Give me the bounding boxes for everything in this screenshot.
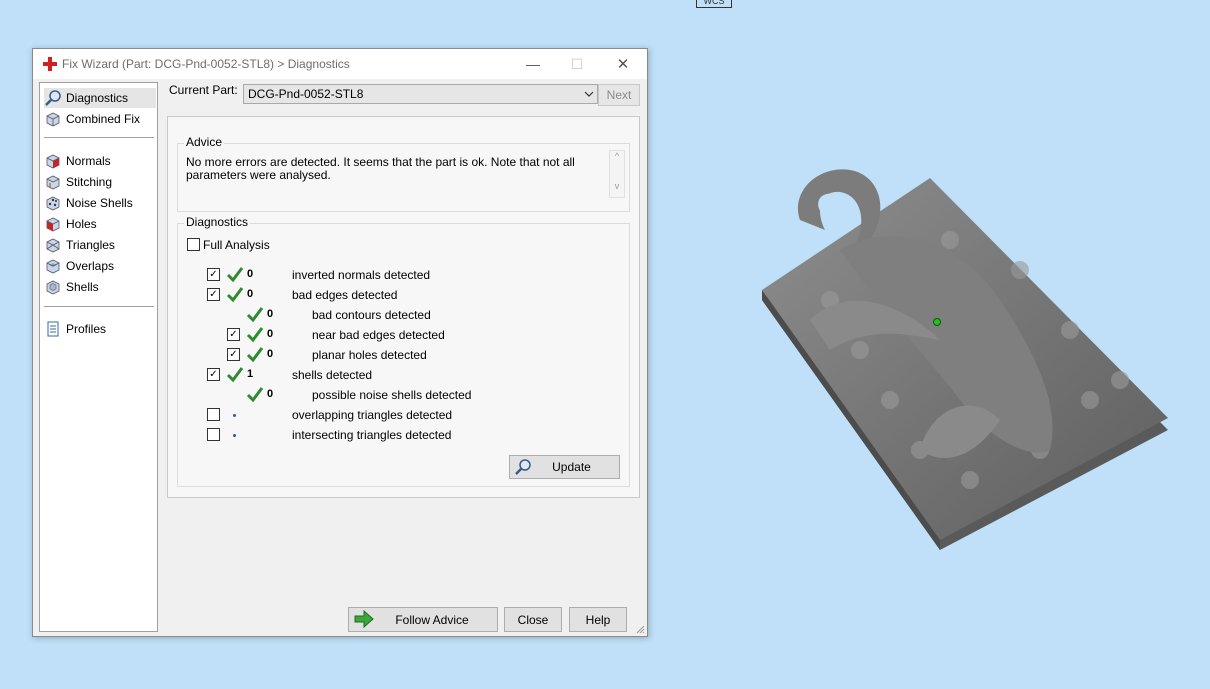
sidebar-divider bbox=[44, 137, 154, 138]
overlapping-triangles-checkbox[interactable] bbox=[207, 408, 220, 421]
scroll-down-icon[interactable]: v bbox=[610, 181, 624, 191]
chevron-down-icon bbox=[584, 85, 594, 110]
sidebar: Diagnostics Combined Fix Normals Stitchi… bbox=[39, 82, 158, 632]
current-part-select[interactable]: DCG-Pnd-0052-STL8 bbox=[243, 84, 598, 104]
close-window-button[interactable]: ✕ bbox=[601, 49, 645, 79]
holes-cube-icon bbox=[44, 215, 62, 233]
diagnostics-group: Diagnostics Full Analysis ✓ 0 inverted n… bbox=[177, 215, 630, 487]
sidebar-item-stitching[interactable]: Stitching bbox=[44, 172, 156, 192]
sidebar-item-noise-shells[interactable]: Noise Shells bbox=[44, 193, 156, 213]
sidebar-item-normals[interactable]: Normals bbox=[44, 151, 156, 171]
sidebar-item-label: Shells bbox=[66, 280, 99, 294]
planar-holes-count: 0 bbox=[267, 348, 274, 360]
cube-icon bbox=[44, 110, 62, 128]
noise-shells-label: possible noise shells detected bbox=[312, 388, 472, 402]
near-bad-edges-checkbox[interactable]: ✓ bbox=[227, 328, 240, 341]
bad-edges-count: 0 bbox=[247, 288, 254, 300]
red-cross-icon bbox=[43, 57, 57, 71]
sidebar-divider bbox=[44, 306, 154, 307]
overlaps-cube-icon bbox=[44, 257, 62, 275]
bad-edges-checkbox[interactable]: ✓ bbox=[207, 288, 220, 301]
noise-shells-icon bbox=[44, 194, 62, 212]
sidebar-item-diagnostics[interactable]: Diagnostics bbox=[44, 88, 156, 108]
sidebar-item-label: Holes bbox=[66, 217, 97, 231]
update-button[interactable]: Update bbox=[509, 455, 620, 479]
follow-advice-label: Follow Advice bbox=[395, 612, 469, 627]
inverted-normals-count: 0 bbox=[247, 268, 254, 280]
magnifier-icon bbox=[515, 459, 531, 475]
near-bad-edges-label: near bad edges detected bbox=[312, 328, 445, 342]
inverted-normals-label: inverted normals detected bbox=[292, 268, 431, 282]
window-title: Fix Wizard (Part: DCG-Pnd-0052-STL8) > D… bbox=[62, 57, 350, 71]
pending-dot-icon bbox=[233, 414, 236, 417]
inverted-normals-checkbox[interactable]: ✓ bbox=[207, 268, 220, 281]
intersecting-triangles-checkbox[interactable] bbox=[207, 428, 220, 441]
sidebar-item-label: Normals bbox=[66, 154, 111, 168]
help-button[interactable]: Help bbox=[569, 607, 627, 632]
sidebar-item-label: Stitching bbox=[66, 175, 113, 189]
near-bad-edges-count: 0 bbox=[267, 328, 274, 340]
current-part-label: Current Part: bbox=[169, 83, 238, 97]
sidebar-item-profiles[interactable]: Profiles bbox=[44, 319, 156, 339]
green-check-icon bbox=[246, 387, 264, 403]
normals-cube-icon bbox=[44, 152, 62, 170]
sidebar-item-combined-fix[interactable]: Combined Fix bbox=[44, 109, 156, 129]
planar-holes-checkbox[interactable]: ✓ bbox=[227, 348, 240, 361]
advice-group: Advice No more errors are detected. It s… bbox=[177, 135, 630, 212]
wcs-indicator: WCS bbox=[696, 0, 732, 8]
shells-checkbox[interactable]: ✓ bbox=[207, 368, 220, 381]
sidebar-item-overlaps[interactable]: Overlaps bbox=[44, 256, 156, 276]
green-check-icon bbox=[226, 287, 244, 303]
advice-title: Advice bbox=[184, 135, 225, 149]
title-bar: Fix Wizard (Part: DCG-Pnd-0052-STL8) > D… bbox=[33, 49, 647, 79]
green-check-icon bbox=[226, 267, 244, 283]
stitching-cube-icon bbox=[44, 173, 62, 191]
sidebar-item-label: Combined Fix bbox=[66, 112, 141, 126]
sidebar-item-label: Triangles bbox=[66, 238, 115, 252]
3d-part-model[interactable] bbox=[740, 150, 1180, 560]
green-check-icon bbox=[246, 347, 264, 363]
green-check-icon bbox=[226, 367, 244, 383]
sidebar-item-holes[interactable]: Holes bbox=[44, 214, 156, 234]
full-analysis-label: Full Analysis bbox=[203, 238, 270, 252]
maximize-button: ☐ bbox=[570, 55, 584, 72]
document-icon bbox=[44, 320, 62, 338]
shells-count: 1 bbox=[247, 368, 254, 380]
diagnostics-title: Diagnostics bbox=[184, 215, 251, 229]
magnifier-icon bbox=[44, 89, 62, 107]
bad-contours-label: bad contours detected bbox=[312, 308, 431, 322]
full-analysis-checkbox[interactable] bbox=[187, 238, 200, 251]
advice-text: No more errors are detected. It seems th… bbox=[186, 155, 575, 182]
sidebar-item-triangles[interactable]: Triangles bbox=[44, 235, 156, 255]
scroll-up-icon[interactable]: ^ bbox=[610, 151, 624, 161]
advice-scrollbar[interactable]: ^ v bbox=[609, 150, 625, 198]
minimize-button[interactable]: — bbox=[511, 49, 555, 79]
overlapping-triangles-label: overlapping triangles detected bbox=[292, 408, 453, 422]
next-button: Next bbox=[598, 84, 640, 106]
triangles-cube-icon bbox=[44, 236, 62, 254]
close-button[interactable]: Close bbox=[504, 607, 562, 632]
planar-holes-label: planar holes detected bbox=[312, 348, 427, 362]
green-arrow-icon bbox=[354, 610, 374, 628]
green-check-icon bbox=[246, 327, 264, 343]
current-part-value: DCG-Pnd-0052-STL8 bbox=[248, 87, 364, 101]
green-check-icon bbox=[246, 307, 264, 323]
follow-advice-button[interactable]: Follow Advice bbox=[348, 607, 498, 632]
intersecting-triangles-label: intersecting triangles detected bbox=[292, 428, 452, 442]
bad-contours-count: 0 bbox=[267, 308, 274, 320]
sidebar-item-label: Noise Shells bbox=[66, 196, 133, 210]
resize-grip-icon[interactable] bbox=[635, 624, 645, 634]
sidebar-item-label: Profiles bbox=[66, 322, 107, 336]
diagnostics-panel: Advice No more errors are detected. It s… bbox=[167, 116, 640, 498]
noise-shells-count: 0 bbox=[267, 388, 274, 400]
fix-wizard-dialog: Fix Wizard (Part: DCG-Pnd-0052-STL8) > D… bbox=[32, 48, 648, 637]
sidebar-item-label: Diagnostics bbox=[66, 91, 129, 105]
bad-edges-label: bad edges detected bbox=[292, 288, 398, 302]
shells-label: shells detected bbox=[292, 368, 373, 382]
sidebar-item-shells[interactable]: Shells bbox=[44, 277, 156, 297]
sidebar-item-label: Overlaps bbox=[66, 259, 115, 273]
update-label: Update bbox=[552, 460, 591, 474]
pending-dot-icon bbox=[233, 434, 236, 437]
shells-cube-icon bbox=[44, 278, 62, 296]
